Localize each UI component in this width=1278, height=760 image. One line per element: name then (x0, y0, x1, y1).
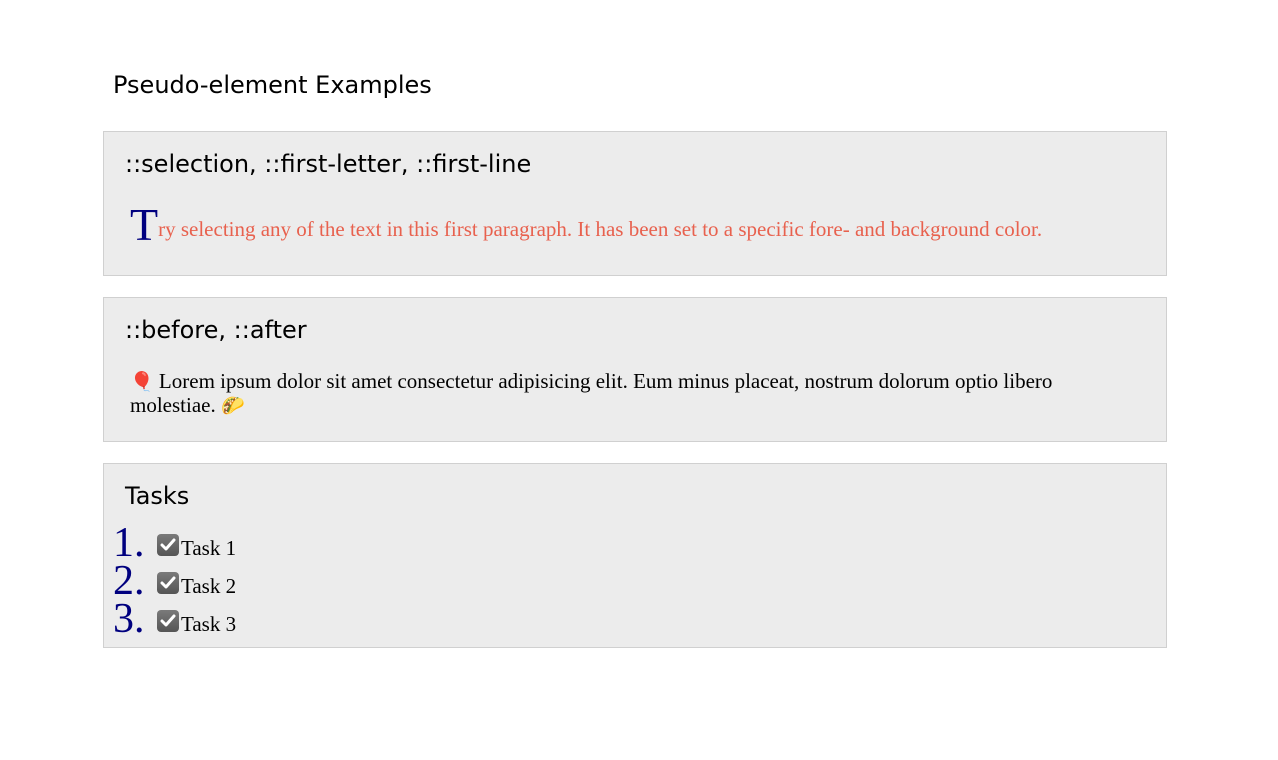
task-checkbox[interactable] (157, 534, 179, 556)
before-after-text: Lorem ipsum dolor sit amet consectetur a… (130, 369, 1053, 417)
checkmark-icon (160, 538, 176, 551)
selection-heading: ::selection, ::first-letter, ::first-lin… (125, 150, 532, 178)
task-item: 1. Task 1 (113, 520, 237, 566)
taco-icon: 🌮 (220, 396, 245, 417)
tasks-heading: Tasks (125, 482, 190, 510)
task-number: 1. (113, 520, 145, 566)
checkmark-icon (160, 614, 176, 627)
checkmark-icon (160, 576, 176, 589)
task-number: 3. (113, 596, 145, 642)
before-after-heading: ::before, ::after (125, 316, 307, 344)
selection-paragraph[interactable]: Try selecting any of the text in this fi… (130, 202, 1042, 248)
before-after-panel: ::before, ::after 🎈 Lorem ipsum dolor si… (103, 297, 1167, 442)
task-label: Task 1 (181, 535, 237, 560)
task-item: 3. Task 3 (113, 596, 237, 642)
task-label: Task 2 (181, 573, 237, 598)
task-list: 1. Task 1 2. Task 2 3. Task 3 (113, 520, 237, 642)
first-letter: T (130, 199, 159, 250)
tasks-panel: Tasks 1. Task 1 2. Task 2 3. Task 3 (103, 463, 1167, 648)
before-after-paragraph: 🎈 Lorem ipsum dolor sit amet consectetur… (130, 370, 1130, 418)
selection-paragraph-text: ry selecting any of the text in this fir… (158, 217, 1043, 241)
task-checkbox[interactable] (157, 610, 179, 632)
task-label: Task 3 (181, 611, 237, 636)
task-checkbox[interactable] (157, 572, 179, 594)
task-number: 2. (113, 558, 145, 604)
balloon-icon: 🎈 (130, 372, 154, 393)
selection-panel: ::selection, ::first-letter, ::first-lin… (103, 131, 1167, 276)
page-title: Pseudo-element Examples (113, 71, 432, 99)
task-item: 2. Task 2 (113, 558, 237, 604)
